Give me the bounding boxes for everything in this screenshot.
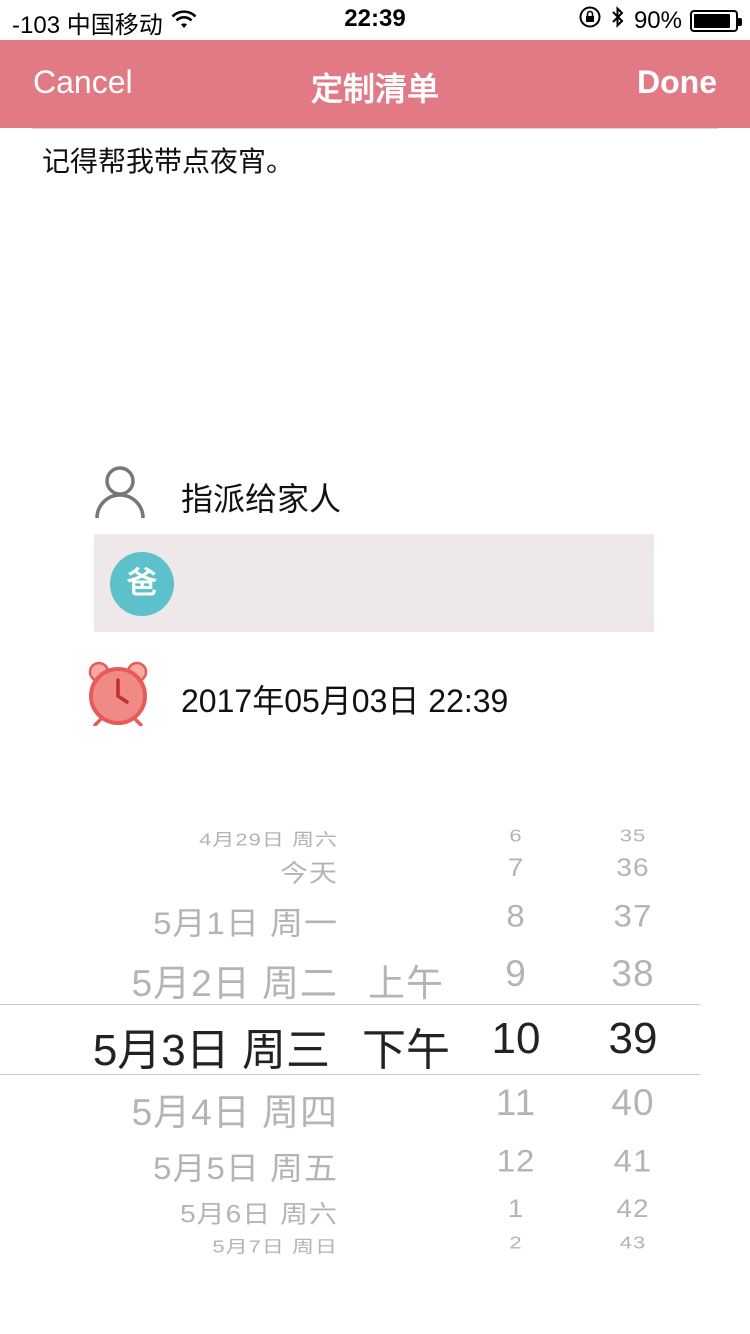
family-member-avatar[interactable]: 爸 [110, 552, 174, 616]
picker-row[interactable]: 5月7日 周日 2 43 [0, 1233, 700, 1256]
picker-minute[interactable]: 41 [588, 1143, 678, 1179]
picker-hour[interactable]: 10 [476, 1014, 556, 1064]
picker-hour[interactable]: 9 [476, 953, 556, 995]
picker-hour[interactable]: 1 [476, 1195, 556, 1223]
picker-row[interactable]: 5月4日 周四 11 40 [0, 1082, 700, 1133]
done-button[interactable]: Done [637, 64, 717, 101]
note-textarea[interactable]: 记得帮我带点夜宵。 [42, 144, 712, 414]
picker-date[interactable]: 5月4日 周四 [132, 1082, 338, 1136]
picker-row-selected[interactable]: 5月3日 周三 下午 10 39 [0, 1014, 700, 1075]
alarm-datetime[interactable]: 2017年05月03日 22:39 [181, 676, 508, 722]
picker-minute[interactable]: 40 [588, 1082, 678, 1124]
picker-row[interactable]: 5月2日 周二 上午 9 38 [0, 953, 700, 1004]
picker-hour[interactable]: 8 [476, 898, 556, 934]
picker-date[interactable]: 5月1日 周一 [153, 898, 338, 944]
battery-icon [690, 9, 742, 32]
picker-minute[interactable]: 37 [588, 898, 678, 934]
status-right: 90% [578, 5, 742, 36]
battery-percent: 90% [633, 6, 682, 34]
rotation-lock-icon [578, 5, 602, 36]
person-icon [94, 464, 146, 525]
picker-date[interactable]: 今天 [280, 854, 338, 889]
alarm-clock-icon[interactable] [87, 660, 149, 727]
bluetooth-icon [610, 5, 626, 36]
nav-divider [32, 128, 718, 129]
picker-minute[interactable]: 38 [588, 953, 678, 995]
picker-minute[interactable]: 36 [588, 854, 678, 882]
picker-date[interactable]: 5月6日 周六 [180, 1195, 338, 1230]
nav-bar: Cancel 定制清单 Done [0, 40, 750, 128]
picker-date[interactable]: 5月5日 周五 [153, 1143, 338, 1189]
picker-hour[interactable]: 12 [476, 1143, 556, 1179]
picker-row[interactable]: 5月1日 周一 8 37 [0, 898, 700, 941]
family-member-list: 爸 [94, 534, 654, 632]
picker-ampm[interactable]: 上午 [368, 953, 444, 1007]
picker-minute[interactable]: 35 [588, 826, 678, 846]
picker-minute[interactable]: 43 [588, 1233, 678, 1253]
picker-row[interactable]: 今天 7 36 [0, 854, 700, 887]
assign-row[interactable]: 指派给家人 [94, 460, 654, 524]
status-bar: -103 中国移动 22:39 90% [0, 0, 750, 40]
battery-fill [694, 13, 730, 28]
picker-hour[interactable]: 11 [476, 1082, 556, 1124]
picker-minute[interactable]: 42 [588, 1195, 678, 1223]
picker-row[interactable]: 4月29日 周六 6 35 [0, 826, 700, 849]
picker-hour[interactable]: 6 [476, 826, 556, 846]
picker-minute[interactable]: 39 [588, 1014, 678, 1064]
assign-label: 指派给家人 [181, 481, 342, 517]
picker-hour[interactable]: 7 [476, 854, 556, 882]
picker-row[interactable]: 5月5日 周五 12 41 [0, 1143, 700, 1186]
picker-hour[interactable]: 2 [476, 1233, 556, 1253]
battery-tip [738, 17, 742, 26]
picker-ampm[interactable]: 下午 [362, 1014, 450, 1078]
picker-row[interactable]: 5月6日 周六 1 42 [0, 1195, 700, 1228]
picker-date[interactable]: 5月3日 周三 [93, 1014, 330, 1078]
picker-date[interactable]: 5月2日 周二 [132, 953, 338, 1007]
date-time-picker[interactable]: 4月29日 周六 6 35 今天 7 36 5月1日 周一 8 37 5月2日 周二 上午 9 38 5月… [0, 810, 700, 1266]
picker-date[interactable]: 5月7日 周日 [212, 1233, 338, 1258]
picker-date[interactable]: 4月29日 周六 [199, 826, 338, 851]
